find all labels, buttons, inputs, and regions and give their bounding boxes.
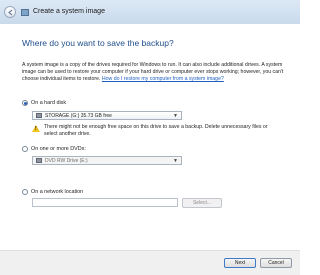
- chevron-down-icon: ▼: [173, 113, 178, 119]
- hard-drive-icon: [36, 113, 42, 118]
- dvd-radio[interactable]: [22, 146, 28, 152]
- dvd-selected: DVD RW Drive (E:): [45, 157, 88, 164]
- window-title: Create a system image: [33, 8, 105, 15]
- dvd-option[interactable]: On one or more DVDs:: [22, 146, 86, 152]
- title-bar: Create a system image: [0, 0, 300, 24]
- footer: Next Cancel: [0, 250, 300, 275]
- system-image-icon: [21, 9, 29, 16]
- warning-text: There might not be enough free space on …: [44, 124, 268, 137]
- select-network-button[interactable]: Select...: [182, 198, 222, 208]
- back-button[interactable]: [4, 6, 16, 18]
- network-option[interactable]: On a network location: [22, 189, 83, 195]
- dialog-content: Where do you want to save the backup? A …: [0, 24, 300, 250]
- description: A system image is a copy of the drives r…: [22, 62, 284, 83]
- page-heading: Where do you want to save the backup?: [22, 38, 174, 48]
- cancel-button[interactable]: Cancel: [260, 258, 292, 268]
- dvd-label: On one or more DVDs:: [31, 146, 86, 152]
- network-radio[interactable]: [22, 189, 28, 195]
- warning-icon: !: [32, 125, 40, 132]
- next-button[interactable]: Next: [224, 258, 256, 268]
- network-label: On a network location: [31, 189, 84, 195]
- back-arrow-icon: [7, 9, 12, 15]
- hard-disk-radio[interactable]: [22, 100, 28, 106]
- dvd-dropdown[interactable]: DVD RW Drive (E:) ▼: [32, 156, 182, 165]
- chevron-down-icon: ▼: [173, 158, 178, 164]
- hard-disk-selected: STORAGE (G:) 35.73 GB free: [45, 112, 112, 119]
- hard-disk-option[interactable]: On a hard disk: [22, 100, 66, 106]
- network-location-input[interactable]: [32, 198, 178, 207]
- dvd-drive-icon: [36, 158, 42, 163]
- hard-disk-label: On a hard disk: [31, 100, 67, 106]
- restore-help-link[interactable]: How do I restore my computer from a syst…: [102, 76, 224, 82]
- space-warning: ! There might not be enough free space o…: [32, 124, 282, 138]
- hard-disk-dropdown[interactable]: STORAGE (G:) 35.73 GB free ▼: [32, 111, 182, 120]
